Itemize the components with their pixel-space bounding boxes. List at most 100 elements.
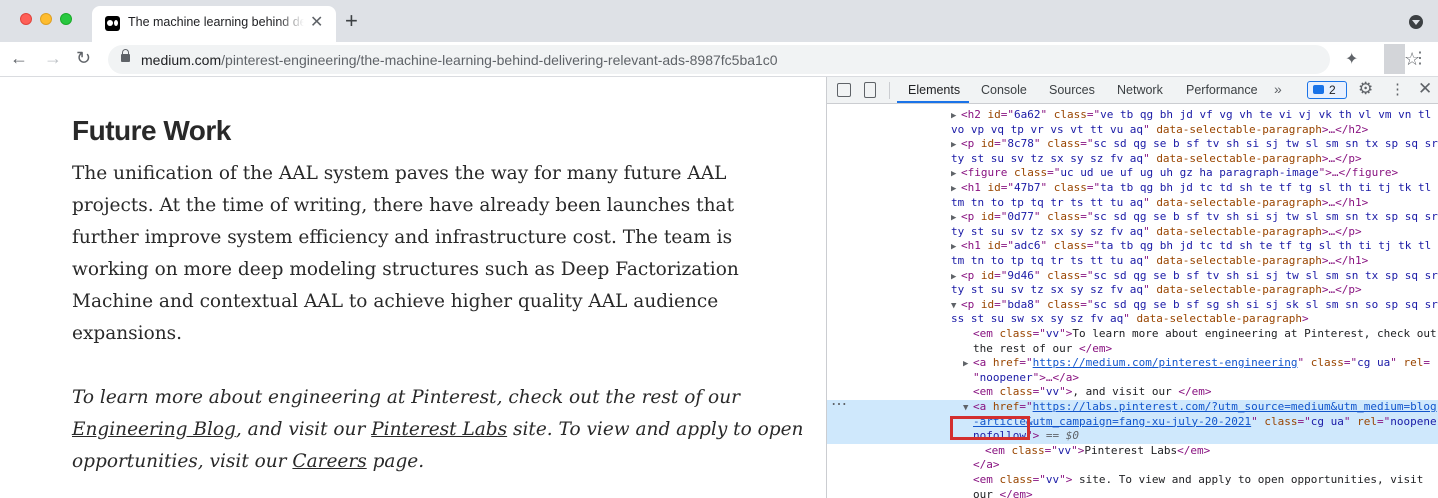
dom-node-line[interactable]: ▶ <figure class="uc ud ue uf ug uh gz ha … <box>827 166 1438 181</box>
tab-performance[interactable]: Performance <box>1186 83 1258 97</box>
medium-logo-icon <box>105 16 120 31</box>
tab-network[interactable]: Network <box>1117 83 1163 97</box>
ellipsis-icon[interactable]: ⋯ <box>831 394 847 414</box>
dom-token-attr: data-selectable-paragraph <box>1156 195 1322 209</box>
dom-node-line[interactable]: tm tn to tp tq tr ts tt tu aq" data-sele… <box>827 196 1438 211</box>
close-window-button[interactable] <box>20 13 32 25</box>
maximize-window-button[interactable] <box>60 13 72 25</box>
dom-token-tag: <a <box>973 356 993 370</box>
dom-node-line[interactable]: <em class="vv"> site. To view and apply … <box>827 473 1438 488</box>
address-bar[interactable]: medium.com/pinterest-engineering/the-mac… <box>108 45 1420 74</box>
italic-text: page. <box>366 451 425 472</box>
dom-token-tag: =" <box>1080 297 1094 311</box>
close-icon[interactable]: ✕ <box>1418 79 1432 99</box>
expand-triangle-icon[interactable]: ▶ <box>951 167 961 182</box>
dom-node-line[interactable]: tm tn to tp tq tr ts tt tu aq" data-sele… <box>827 254 1438 269</box>
lock-icon[interactable] <box>121 49 130 62</box>
dom-node-line[interactable]: <em class="vv">To learn more about engin… <box>827 327 1438 342</box>
dom-node-line[interactable]: ▶ <p id="9d46" class="sc sd qg se b sf tv… <box>827 269 1438 284</box>
engineering-blog-link[interactable]: Engineering Blog <box>72 419 236 440</box>
italic-text: opportunities, visit our <box>72 451 293 472</box>
dom-node-line[interactable]: </a> <box>827 458 1438 473</box>
dom-token-val: 6a62 <box>1014 108 1041 121</box>
dom-node-line[interactable]: <em class="vv">, and visit our </em> <box>827 385 1438 400</box>
more-tabs-icon[interactable]: » <box>1274 81 1282 97</box>
dom-token-eq0: == $0 <box>1039 429 1079 443</box>
dom-token-txt: Pinterest Labs <box>1084 443 1178 457</box>
dom-token-attr: class <box>1053 181 1087 194</box>
dom-node-line[interactable]: ▶ <p id="0d77" class="sc sd qg se b sf tv… <box>827 210 1438 225</box>
dom-token-tag: " <box>973 370 980 384</box>
tab-sources[interactable]: Sources <box>1049 83 1095 97</box>
dom-node-line[interactable]: ss st su sw sx sy sz fv aq" data-selecta… <box>827 312 1438 327</box>
dom-token-txt: To learn more about engineering at Pinte… <box>1072 327 1437 340</box>
devtools-menu-icon[interactable]: ⋮ <box>1390 80 1405 98</box>
expand-triangle-icon[interactable]: ▶ <box>963 357 973 372</box>
dom-node-line[interactable]: our </em> <box>827 488 1438 498</box>
dom-token-attr: rel <box>1357 414 1378 428</box>
dom-node-line[interactable]: vo vp vq tp vr vs vt tt vu aq" data-sele… <box>827 123 1438 138</box>
dom-node-line[interactable]: ▼ <a href="https://labs.pinterest.com/?ut… <box>827 400 1438 415</box>
issues-badge[interactable]: 2 <box>1307 81 1347 99</box>
dom-token-attr: data-selectable-paragraph <box>1156 122 1322 136</box>
dom-token-val: ta tb qg bh jd tc td sh te tf tg sl th t… <box>1100 239 1432 253</box>
expand-triangle-icon[interactable]: ▶ <box>951 270 961 285</box>
dom-token-link[interactable]: https://medium.com/pinterest-engineering <box>1033 356 1298 369</box>
tab-search-icon[interactable] <box>1409 15 1423 29</box>
device-toolbar-icon[interactable] <box>864 82 876 98</box>
dom-node-line[interactable]: ▶ <p id="8c78" class="sc sd qg se b sf tv… <box>827 137 1438 152</box>
expand-triangle-icon[interactable]: ▶ <box>951 240 961 255</box>
dom-node-line[interactable]: ▶ <h1 id="adc6" class="ta tb qg bh jd tc … <box>827 239 1438 254</box>
dom-node-line[interactable]: ▶ <h2 id="6a62" class="ve tb qg bh jd vf … <box>827 108 1438 123</box>
dom-token-tag: <p <box>961 210 981 224</box>
dom-node-line[interactable]: -article&utm_campaign=fang-xu-july-20-20… <box>827 414 1438 430</box>
dom-token-tag: </em> <box>1177 443 1211 457</box>
dom-node-line[interactable]: ▶ <h1 id="47b7" class="ta tb qg bh jd tc … <box>827 181 1438 196</box>
dom-token-tag: " <box>1033 297 1048 311</box>
tab-close-icon[interactable]: ✕ <box>310 14 323 32</box>
profile-avatar[interactable] <box>1384 44 1405 74</box>
dom-node-line[interactable]: the rest of our </em> <box>827 342 1438 357</box>
dom-node-line[interactable]: <em class="vv">Pinterest Labs</em> <box>827 444 1438 459</box>
dom-token-tag: =" <box>1086 181 1101 194</box>
dom-token-val: 8c78 <box>1007 137 1034 151</box>
expand-triangle-icon[interactable]: ▶ <box>951 109 961 124</box>
collapse-triangle-icon[interactable]: ▼ <box>963 401 973 416</box>
pinterest-labs-link[interactable]: Pinterest Labs <box>371 419 507 440</box>
gear-icon[interactable]: ⚙ <box>1358 79 1373 99</box>
dom-token-tag: </em> <box>1178 385 1212 399</box>
dom-token-attr: class <box>1013 166 1048 180</box>
dom-node-line[interactable]: ▶ <a href="https://medium.com/pinterest-e… <box>827 356 1438 371</box>
dom-node-line[interactable]: ty st su sv tz sx sy sz fv aq" data-sele… <box>827 283 1438 298</box>
dom-token-txt: our <box>973 487 1000 498</box>
browser-tab[interactable]: The machine learning behind delivering r… <box>92 6 336 42</box>
minimize-window-button[interactable] <box>40 13 52 25</box>
dom-tree[interactable]: ▶ <h2 id="6a62" class="ve tb qg bh jd vf … <box>827 104 1438 498</box>
dom-token-attr: class <box>1310 356 1344 370</box>
reload-icon[interactable]: ↻ <box>76 48 91 68</box>
new-tab-button[interactable]: + <box>345 10 358 32</box>
expand-triangle-icon[interactable]: ▶ <box>951 211 961 226</box>
tab-elements[interactable]: Elements <box>908 83 960 97</box>
dom-node-line[interactable]: ty st su sv tz sx sy sz fv aq" data-sele… <box>827 225 1438 240</box>
dom-node-line[interactable]: nofollow"> == $0 <box>827 429 1438 444</box>
dom-node-line[interactable]: "noopener">…</a> <box>827 371 1438 386</box>
inspect-element-icon[interactable] <box>837 83 851 97</box>
menu-icon[interactable]: ⋮ <box>1412 49 1428 69</box>
dom-node-line[interactable]: ty st su sv tz sx sy sz fv aq" data-sele… <box>827 152 1438 167</box>
forward-icon[interactable]: → <box>44 48 62 68</box>
dom-token-attr: class <box>1047 268 1081 282</box>
url-text[interactable]: medium.com/pinterest-engineering/the-mac… <box>141 52 778 68</box>
dom-token-tag: " <box>1040 181 1054 194</box>
dom-token-val: adc6 <box>1014 239 1041 253</box>
collapse-triangle-icon[interactable]: ▼ <box>951 299 961 314</box>
dom-token-link[interactable]: https://labs.pinterest.com/?utm_source=m… <box>1033 400 1437 413</box>
expand-triangle-icon[interactable]: ▶ <box>951 138 961 153</box>
back-icon[interactable]: ← <box>10 48 28 68</box>
extensions-icon[interactable]: ✦ <box>1345 49 1358 69</box>
careers-link[interactable]: Careers <box>292 451 366 472</box>
expand-triangle-icon[interactable]: ▶ <box>951 182 961 197</box>
highlight-box <box>950 416 1030 440</box>
dom-node-line[interactable]: ▼ <p id="bda8" class="sc sd qg se b sf sg… <box>827 298 1438 313</box>
tab-console[interactable]: Console <box>981 83 1027 97</box>
